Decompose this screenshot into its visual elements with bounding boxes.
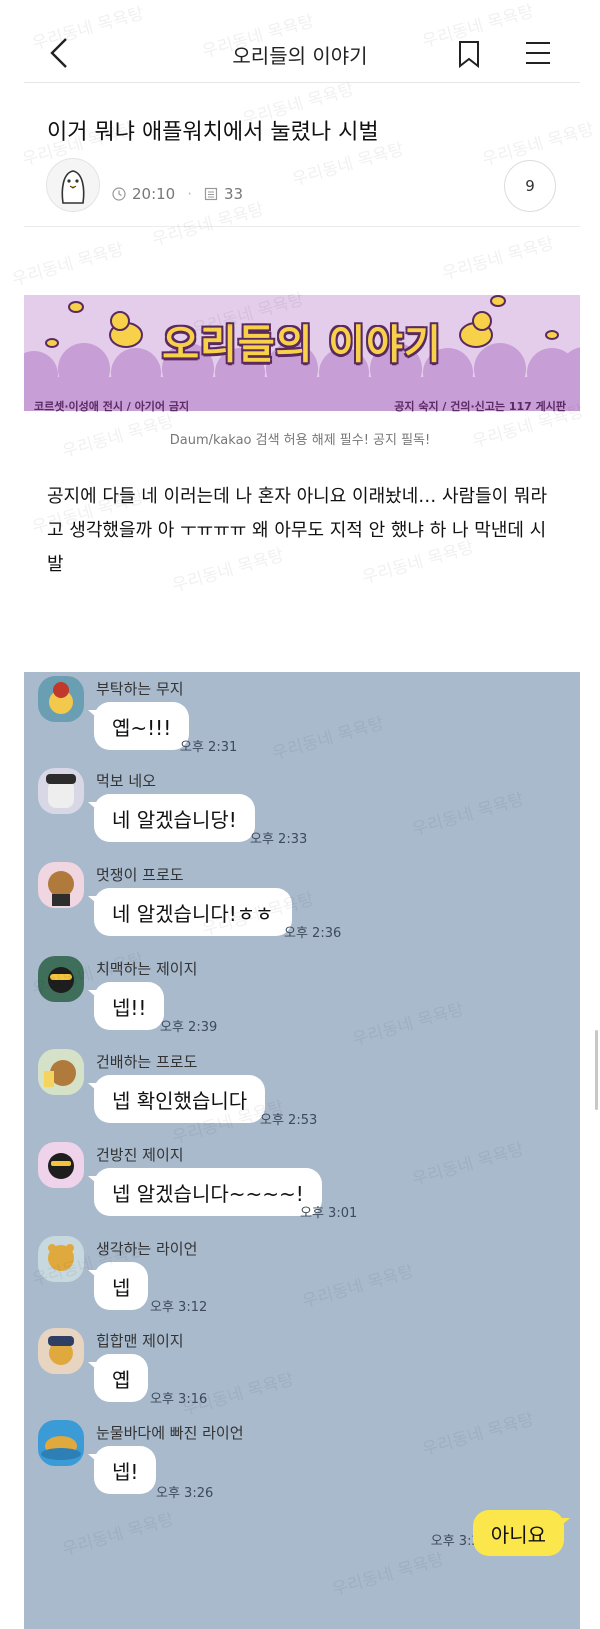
message-bubble: 옙 [87, 1354, 149, 1402]
message-bubble: 넵! [87, 1446, 157, 1494]
banner-caption: Daum/kakao 검색 허용 해제 필수! 공지 필독! [169, 433, 431, 448]
hamburger-menu-icon[interactable] [524, 40, 552, 66]
post-time: 20:10 [132, 185, 176, 203]
message-bubble: 넵 확인했습니다 [87, 1075, 266, 1123]
chat-screenshot: 부탁하는 무지 옙~!!! 오후 2:31 먹보 네오 네 알겠습니당! 오후 … [24, 672, 580, 1629]
my-message-bubble: 아니요 [472, 1510, 571, 1556]
top-bar: 오리들의 이야기 [0, 0, 600, 82]
message-time: 오후 2:33 [250, 832, 308, 847]
cafe-banner: 오리들의 이야기 [24, 295, 580, 411]
sender-name: 눈물바다에 빠진 라이언 [96, 1424, 244, 1442]
sender-name: 건배하는 프로도 [96, 1053, 198, 1071]
avatar [38, 676, 84, 722]
message-time: 오후 2:31 [180, 740, 238, 755]
page-title: 오리들의 이야기 [232, 44, 368, 68]
author-avatar[interactable] [46, 158, 100, 212]
clock-icon [112, 187, 126, 201]
post-meta: 20:10 · 33 [112, 185, 243, 203]
avatar [38, 1236, 84, 1282]
bookmark-icon[interactable] [458, 40, 480, 69]
sender-name: 치맥하는 제이지 [96, 960, 198, 978]
avatar [38, 1049, 84, 1095]
message-bubble: 넵 알겠습니다~~~~! [88, 1168, 322, 1216]
avatar [38, 956, 84, 1002]
message-time: 오후 2:53 [260, 1113, 318, 1128]
header-divider [24, 82, 580, 83]
meta-separator: · [187, 185, 193, 203]
sender-name: 멋쟁이 프로도 [96, 866, 184, 884]
message-bubble: 옙~!!! [87, 702, 190, 750]
views-icon [204, 187, 218, 201]
message-time: 오후 2:36 [284, 926, 342, 941]
message-time: 오후 3:12 [150, 1300, 208, 1315]
avatar [38, 862, 84, 908]
message-time: 오후 3:26 [156, 1486, 214, 1501]
message-bubble: 넵!! [87, 982, 165, 1030]
sender-name: 부탁하는 무지 [96, 680, 184, 698]
message-time: 오후 2:39 [160, 1020, 218, 1035]
post-views: 33 [224, 185, 244, 203]
avatar [38, 1142, 84, 1188]
post-body: 공지에 다들 네 이러는데 나 혼자 아니요 이래놨네… 사람들이 뭐라고 생각… [47, 486, 548, 575]
message-bubble: 네 알겠습니당! [88, 794, 255, 842]
watermark: 우리동네 목욕탕 [10, 239, 127, 291]
sender-name: 힙합맨 제이지 [96, 1332, 184, 1350]
banner-left-note: 코르셋·이성애 전시 / 아기어 금지 [34, 400, 190, 413]
comment-count-button[interactable]: 9 [504, 160, 556, 212]
sender-name: 건방진 제이지 [96, 1146, 184, 1164]
avatar [38, 768, 84, 814]
banner-title: 오리들의 이야기 [162, 322, 442, 368]
message-bubble: 네 알겠습니다!ㅎㅎ [88, 888, 292, 936]
message-bubble: 넵 [87, 1262, 149, 1310]
scrollbar[interactable] [595, 1030, 598, 1110]
avatar [38, 1328, 84, 1374]
message-time: 오후 3:01 [300, 1206, 358, 1221]
watermark: 우리동네 목욕탕 [440, 233, 557, 285]
avatar [38, 1420, 84, 1466]
meta-divider [24, 226, 580, 227]
sender-name: 생각하는 라이언 [96, 1240, 198, 1258]
banner-right-note: 공지 숙지 / 건의·신고는 117 게시판 [394, 400, 566, 413]
post-title: 이거 뭐냐 애플워치에서 눌렸나 시벌 [47, 120, 379, 145]
message-time: 오후 3:16 [150, 1392, 208, 1407]
sender-name: 먹보 네오 [96, 772, 156, 790]
watermark: 우리동네 목욕탕 [150, 199, 267, 251]
